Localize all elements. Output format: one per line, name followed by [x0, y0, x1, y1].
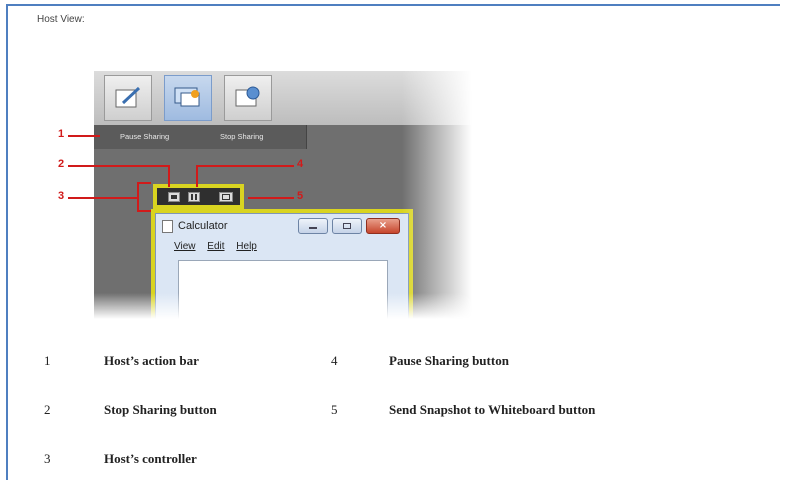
callout-bracket-3-top — [137, 182, 151, 184]
callout-number-2: 2 — [58, 158, 65, 170]
callout-line-2 — [68, 165, 170, 167]
maximize-button[interactable] — [332, 218, 362, 234]
pause-sharing-button[interactable] — [188, 192, 200, 202]
host-action-bar: Pause Sharing Stop Sharing — [94, 125, 307, 149]
legend-number-5: 5 — [331, 402, 338, 417]
legend-number-4: 4 — [331, 353, 338, 368]
share-desktop-icon — [174, 87, 200, 107]
callout-line-5 — [248, 197, 294, 199]
calculator-menu: View Edit Help — [174, 241, 266, 252]
callout-number-3: 3 — [58, 190, 65, 202]
maximize-icon — [343, 223, 351, 229]
legend-number-1: 1 — [44, 353, 51, 368]
page-title: Host View: — [37, 14, 85, 25]
share-desktop-button[interactable] — [164, 75, 212, 121]
pencil-edit-icon — [115, 86, 141, 108]
legend-text-1: Host’s action bar — [104, 353, 199, 368]
callout-number-5: 5 — [297, 190, 304, 202]
legend-number-2: 2 — [44, 402, 51, 417]
screenshot-fade-bottom — [94, 293, 472, 319]
web-share-icon — [235, 86, 260, 107]
callout-line-2-drop — [168, 165, 170, 187]
legend-text-3: Host’s controller — [104, 451, 197, 466]
menu-view[interactable]: View — [174, 241, 196, 252]
host-view-screenshot: Pause Sharing Stop Sharing Calculator × … — [94, 71, 472, 319]
menu-help[interactable]: Help — [236, 241, 257, 252]
legend-text-4: Pause Sharing button — [389, 353, 509, 368]
close-icon: × — [378, 220, 388, 231]
legend-text-2: Stop Sharing button — [104, 402, 217, 417]
minimize-icon — [309, 227, 317, 229]
callout-line-4 — [196, 165, 294, 167]
legend-text-5: Send Snapshot to Whiteboard button — [389, 402, 596, 417]
stop-sharing-link[interactable]: Stop Sharing — [220, 132, 263, 141]
snapshot-icon — [222, 194, 230, 200]
host-controller — [153, 184, 244, 209]
callout-number-1: 1 — [58, 128, 65, 140]
web-share-button[interactable] — [224, 75, 272, 121]
pause-sharing-link[interactable]: Pause Sharing — [120, 132, 169, 141]
callout-line-3 — [68, 197, 138, 199]
edit-tool-button[interactable] — [104, 75, 152, 121]
callout-number-4: 4 — [297, 158, 304, 170]
pause-icon — [191, 194, 193, 200]
calculator-title: Calculator — [178, 220, 228, 232]
menu-edit[interactable]: Edit — [207, 241, 224, 252]
stop-icon — [171, 195, 177, 199]
send-snapshot-button[interactable] — [219, 192, 233, 202]
screenshot-fade-right — [402, 71, 472, 319]
minimize-button[interactable] — [298, 218, 328, 234]
stop-sharing-button[interactable] — [168, 192, 180, 202]
close-button[interactable]: × — [366, 218, 400, 234]
callout-line-4-drop — [196, 165, 198, 187]
callout-bracket-3-bottom — [137, 210, 151, 212]
callout-bracket-3 — [137, 182, 139, 212]
legend-number-3: 3 — [44, 451, 51, 466]
calculator-icon — [162, 220, 173, 233]
callout-line-1 — [68, 135, 100, 137]
